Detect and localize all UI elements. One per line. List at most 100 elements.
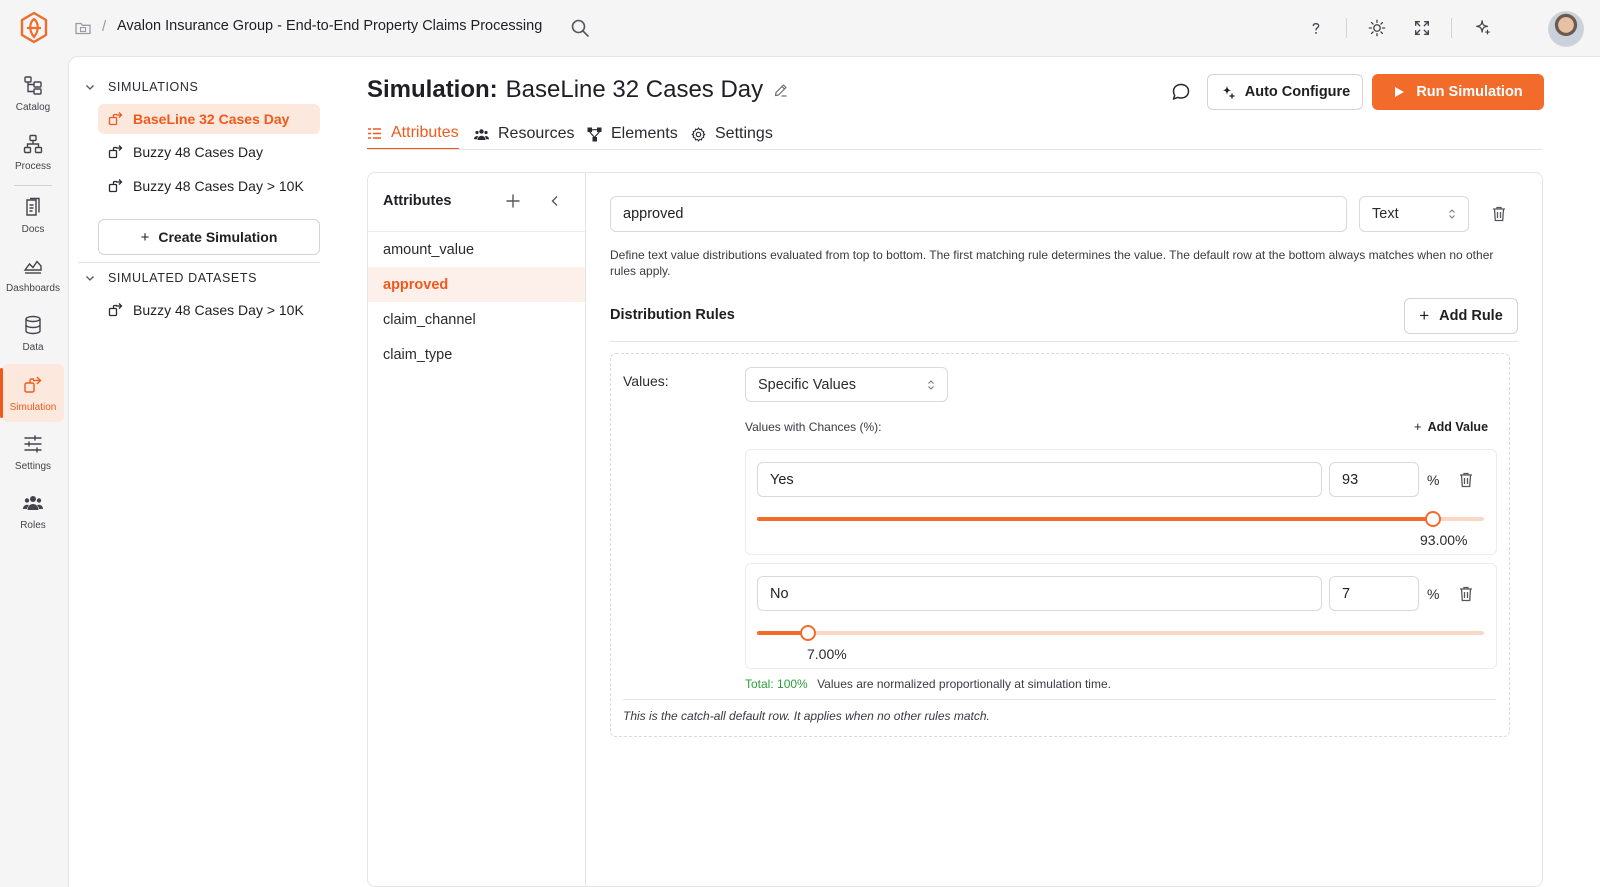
- toolbar-divider: [1346, 18, 1347, 38]
- tab-settings[interactable]: Settings: [691, 118, 773, 150]
- nav-item-data[interactable]: Data: [2, 304, 64, 362]
- percent-sign: %: [1427, 472, 1440, 488]
- nav-item-label: Catalog: [15, 101, 51, 113]
- delete-attribute-trash-icon[interactable]: [1491, 205, 1507, 223]
- auto-configure-button[interactable]: Auto Configure: [1207, 74, 1363, 110]
- simulation-icon: [108, 179, 123, 193]
- user-avatar[interactable]: [1548, 11, 1584, 47]
- nav-item-simulation[interactable]: Simulation: [0, 364, 64, 422]
- ai-sparkle-icon[interactable]: [1472, 17, 1494, 39]
- chevron-left-icon[interactable]: [548, 194, 562, 208]
- add-attribute-plus-icon[interactable]: [505, 193, 521, 209]
- normalize-note: Values are normalized proportionally at …: [817, 677, 1111, 691]
- slider-track: [757, 631, 1484, 635]
- nav-item-process[interactable]: Process: [2, 123, 64, 181]
- dataset-item-label: Buzzy 48 Cases Day > 10K: [133, 302, 304, 318]
- distribution-rules-heading: Distribution Rules: [610, 307, 735, 323]
- value-chance-input[interactable]: [1329, 576, 1419, 611]
- slider-fill: [757, 517, 1434, 521]
- values-label: Values:: [623, 373, 669, 389]
- simulation-item-label: Buzzy 48 Cases Day > 10K: [133, 178, 304, 194]
- chevron-updown-icon: [1449, 209, 1455, 219]
- nav-item-catalog[interactable]: Catalog: [2, 64, 64, 122]
- nav-item-dashboards[interactable]: Dashboards: [2, 245, 64, 303]
- plus-icon: +: [1419, 306, 1430, 325]
- tab-attributes[interactable]: Attributes: [367, 118, 459, 150]
- attribute-item[interactable]: approved: [368, 267, 585, 302]
- datasets-section-toggle[interactable]: SIMULATED DATASETS: [84, 268, 257, 288]
- tabs-divider: [367, 149, 1542, 150]
- ai-sparkle-icon: [1222, 85, 1235, 99]
- auto-configure-label: Auto Configure: [1244, 84, 1351, 100]
- nav-item-docs[interactable]: Docs: [2, 186, 64, 244]
- theme-sun-icon[interactable]: [1366, 17, 1388, 39]
- value-text-input[interactable]: [757, 576, 1322, 611]
- nav-item-roles[interactable]: Roles: [2, 482, 64, 540]
- catch-all-note: This is the catch-all default row. It ap…: [623, 709, 990, 723]
- comment-icon[interactable]: [1170, 81, 1192, 103]
- toolbar-divider: [1451, 18, 1452, 38]
- catalog-icon: [24, 75, 42, 95]
- nav-item-label: Docs: [21, 223, 45, 235]
- simulation-item[interactable]: Buzzy 48 Cases Day > 10K: [98, 171, 320, 201]
- values-mode-select[interactable]: Specific Values: [745, 367, 948, 402]
- app-logo-icon[interactable]: [18, 11, 50, 45]
- run-simulation-button[interactable]: Run Simulation: [1372, 74, 1544, 110]
- nav-item-settings[interactable]: Settings: [2, 423, 64, 481]
- tab-label: Elements: [611, 125, 678, 142]
- chance-slider[interactable]: [757, 509, 1484, 529]
- fullscreen-icon[interactable]: [1411, 17, 1433, 39]
- gear-icon: [691, 126, 706, 142]
- value-chance-input[interactable]: [1329, 462, 1419, 497]
- attribute-item[interactable]: amount_value: [368, 232, 585, 267]
- list-icon: [368, 127, 381, 139]
- delete-value-trash-icon[interactable]: [1458, 585, 1474, 603]
- add-rule-button[interactable]: + Add Rule: [1404, 298, 1518, 334]
- add-value-label: Add Value: [1427, 419, 1489, 434]
- simulations-section-toggle[interactable]: SIMULATIONS: [84, 77, 198, 97]
- add-value-button[interactable]: + Add Value: [1414, 419, 1488, 434]
- page-title-prefix: Simulation:: [367, 76, 498, 103]
- left-navigation: Catalog Process Docs Dashboards Data Sim…: [0, 56, 68, 887]
- slider-thumb[interactable]: [799, 625, 816, 641]
- chevron-updown-icon: [928, 379, 934, 390]
- add-rule-label: Add Rule: [1439, 308, 1503, 324]
- search-icon[interactable]: [570, 18, 590, 38]
- tab-resources[interactable]: Resources: [474, 118, 574, 150]
- value-text-input[interactable]: [757, 462, 1322, 497]
- tab-label: Attributes: [391, 124, 459, 141]
- attribute-item[interactable]: claim_type: [368, 337, 585, 372]
- attribute-name-input[interactable]: [610, 196, 1347, 232]
- chance-percent-label: 7.00%: [807, 646, 847, 662]
- pencil-icon[interactable]: [773, 82, 789, 98]
- tab-elements[interactable]: Elements: [587, 118, 678, 150]
- nav-item-label: Dashboards: [6, 282, 60, 294]
- tab-label: Settings: [715, 125, 773, 142]
- delete-value-trash-icon[interactable]: [1458, 471, 1474, 489]
- simulation-icon: [108, 145, 123, 159]
- chance-percent-label: 93.00%: [1420, 532, 1468, 548]
- simulation-item[interactable]: Buzzy 48 Cases Day: [98, 137, 320, 167]
- create-simulation-button[interactable]: + Create Simulation: [98, 219, 320, 255]
- total-summary: Total: 100% Values are normalized propor…: [745, 677, 1111, 691]
- simulation-item-label: Buzzy 48 Cases Day: [133, 144, 263, 160]
- docs-icon: [26, 197, 40, 216]
- breadcrumb-separator: /: [102, 18, 107, 35]
- attribute-type-select[interactable]: Text: [1359, 196, 1469, 232]
- breadcrumb-project-title[interactable]: Avalon Insurance Group - End-to-End Prop…: [117, 18, 542, 34]
- dataset-item[interactable]: Buzzy 48 Cases Day > 10K: [98, 295, 320, 325]
- chevron-down-icon: [86, 85, 94, 90]
- chevron-down-icon: [86, 276, 94, 281]
- simulation-item[interactable]: BaseLine 32 Cases Day: [98, 104, 320, 134]
- section-heading: SIMULATIONS: [108, 80, 199, 94]
- attribute-item[interactable]: claim_channel: [368, 302, 585, 337]
- database-icon: [25, 315, 41, 334]
- nav-item-label: Settings: [14, 460, 52, 472]
- chance-slider[interactable]: [757, 623, 1484, 643]
- help-icon[interactable]: [1305, 17, 1327, 39]
- percent-sign: %: [1427, 586, 1440, 602]
- folder-icon[interactable]: [74, 19, 92, 37]
- page-title: Simulation: BaseLine 32 Cases Day: [367, 76, 789, 104]
- section-heading: SIMULATED DATASETS: [108, 271, 258, 285]
- slider-thumb[interactable]: [1425, 511, 1442, 527]
